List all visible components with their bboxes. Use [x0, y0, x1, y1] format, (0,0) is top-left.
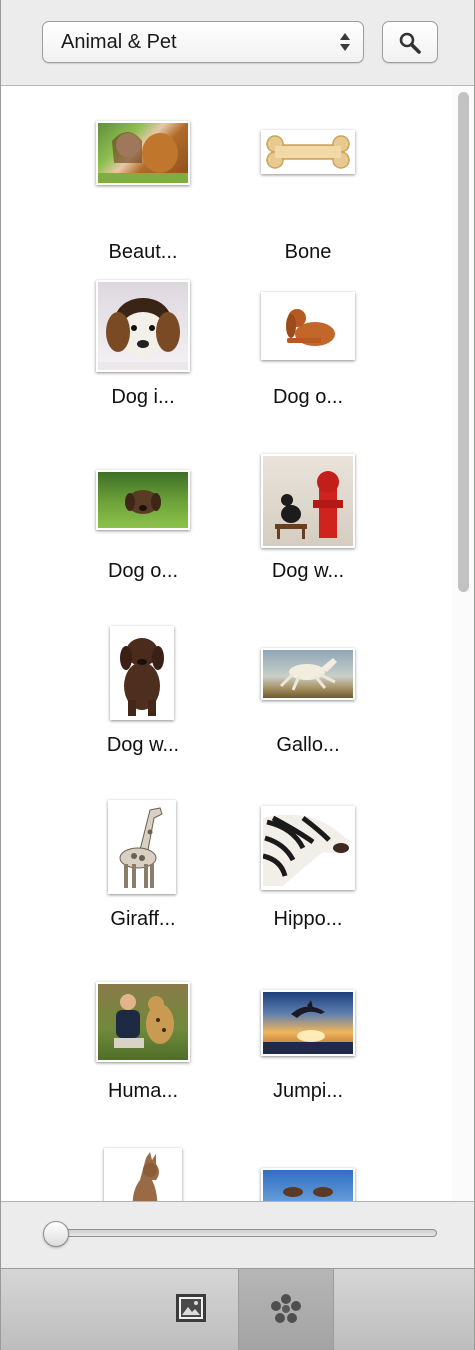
- media-item[interactable]: Jumpi...: [233, 982, 383, 1152]
- media-item[interactable]: Dog o...: [233, 280, 383, 450]
- red-spaniel-lying-thumbnail: [261, 292, 355, 360]
- dog-with-hydrant-thumbnail: [261, 454, 355, 548]
- puppy-in-grass-thumbnail: [96, 470, 190, 530]
- media-item[interactable]: Bone: [233, 116, 383, 286]
- media-item[interactable]: Gallo...: [233, 626, 383, 796]
- category-select[interactable]: Animal & Pet: [42, 21, 364, 63]
- chocolate-labrador-thumbnail: [110, 626, 174, 720]
- media-item[interactable]: Dog i...: [68, 280, 218, 450]
- select-updown-icon: [340, 33, 350, 51]
- media-item-label: Dog o...: [107, 560, 179, 582]
- thumbnail-size-slider-track[interactable]: [51, 1229, 437, 1237]
- giraffe-thumbnail: [108, 800, 176, 894]
- toolbar: Animal & Pet: [1, 0, 474, 86]
- media-item-label: Dog o...: [272, 386, 344, 408]
- shapes-tab[interactable]: [238, 1269, 334, 1350]
- woman-and-golden-retriever-thumbnail: [96, 121, 190, 185]
- media-item-label: Dog w...: [106, 734, 180, 756]
- media-tab-bar: [1, 1269, 474, 1350]
- media-item-label: Hippo...: [273, 908, 343, 930]
- kangaroo-thumbnail: [104, 1148, 182, 1201]
- media-browser-panel: Animal & Pet Beaut... Bone Dog i... Dog …: [0, 0, 475, 1350]
- media-item[interactable]: Hippo...: [233, 800, 383, 970]
- media-item-label: Huma...: [107, 1080, 179, 1102]
- media-grid: Beaut... Bone Dog i... Dog o... Dog o...…: [1, 86, 474, 1201]
- media-item-label: Gallo...: [276, 734, 340, 756]
- picture-icon: [176, 1294, 206, 1322]
- dog-bone-thumbnail: [261, 130, 355, 174]
- kangaroos-sky-thumbnail: [261, 1168, 355, 1201]
- media-item[interactable]: Beaut...: [68, 116, 218, 286]
- thumbnail-size-bar: [1, 1201, 474, 1269]
- media-item-label: Dog i...: [111, 386, 175, 408]
- jumping-dolphin-thumbnail: [261, 990, 355, 1056]
- category-select-label: Animal & Pet: [61, 31, 177, 53]
- beagle-puppy-thumbnail: [96, 280, 190, 372]
- media-item-label: Dog w...: [271, 560, 345, 582]
- media-item-label: Bone: [284, 241, 332, 263]
- media-item-label: Giraff...: [110, 908, 176, 930]
- media-item[interactable]: Dog w...: [68, 626, 218, 796]
- media-item[interactable]: Dog o...: [68, 454, 218, 624]
- man-with-cheetah-thumbnail: [96, 982, 190, 1062]
- thumbnail-size-slider-knob[interactable]: [43, 1221, 69, 1247]
- media-item-label: Jumpi...: [272, 1080, 344, 1102]
- vertical-scrollbar[interactable]: [452, 86, 474, 1201]
- zebra-head-thumbnail: [261, 806, 355, 890]
- media-item[interactable]: Dog w...: [233, 454, 383, 624]
- magnifier-icon: [399, 32, 421, 54]
- media-item-label: Beaut...: [108, 241, 178, 263]
- search-button[interactable]: [382, 21, 438, 63]
- media-item[interactable]: Giraff...: [68, 800, 218, 970]
- media-item[interactable]: Huma...: [68, 982, 218, 1152]
- media-item[interactable]: [233, 1146, 383, 1201]
- media-item[interactable]: [68, 1146, 218, 1201]
- scrollbar-thumb[interactable]: [458, 92, 469, 592]
- flower-shapes-icon: [271, 1294, 301, 1323]
- photos-tab[interactable]: [144, 1269, 240, 1350]
- galloping-horse-thumbnail: [261, 648, 355, 700]
